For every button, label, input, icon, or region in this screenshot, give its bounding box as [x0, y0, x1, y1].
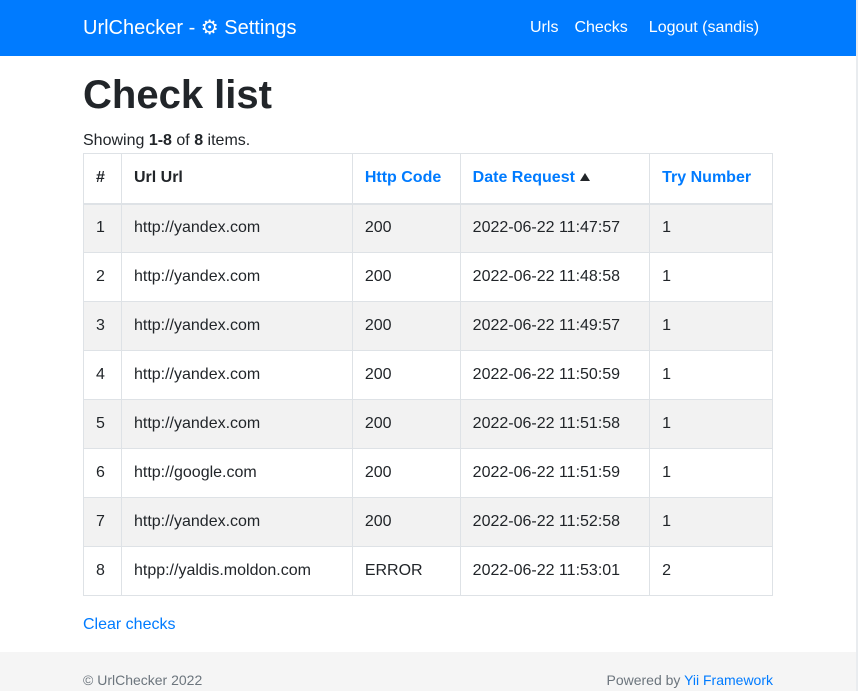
cell-num: 2 — [83, 252, 122, 302]
cell-url: http://yandex.com — [120, 350, 353, 400]
logout-button[interactable]: Logout (sandis) — [649, 18, 759, 38]
yii-framework-link[interactable]: Yii Framework — [684, 672, 773, 688]
nav-urls-link[interactable]: Urls — [530, 18, 558, 38]
sort-date-request-link[interactable]: Date Request — [473, 169, 590, 186]
cell-date: 2022-06-22 11:48:58 — [459, 252, 651, 302]
header-try-number: Try Number — [649, 153, 773, 205]
checks-table: # Url Url Http Code Date Request Try Num… — [83, 153, 773, 596]
footer-copyright: © UrlChecker 2022 — [83, 672, 203, 688]
cell-try: 1 — [649, 252, 773, 302]
powered-prefix: Powered by — [606, 672, 685, 688]
cell-code: 200 — [351, 399, 461, 449]
cell-url: http://yandex.com — [120, 301, 353, 351]
grid-summary: Showing 1-8 of 8 items. — [83, 131, 773, 151]
main-content: Check list Showing 1-8 of 8 items. # Url… — [83, 56, 773, 634]
summary-suffix: items. — [203, 132, 251, 149]
navbar: UrlChecker - ⚙ Settings Urls Checks Logo… — [0, 0, 858, 56]
cell-code: 200 — [351, 252, 461, 302]
nav-links: Urls Checks Logout (sandis) — [530, 18, 759, 38]
cell-url: htpp://yaldis.moldon.com — [120, 546, 353, 596]
table-row: 3 http://yandex.com 200 2022-06-22 11:49:57… — [83, 301, 773, 351]
header-http-code: Http Code — [351, 153, 461, 205]
cell-num: 3 — [83, 301, 122, 351]
cell-url: http://yandex.com — [120, 399, 353, 449]
cell-url: http://yandex.com — [120, 203, 353, 253]
sort-date-label: Date Request — [472, 169, 575, 187]
cell-try: 1 — [649, 448, 773, 498]
cell-date: 2022-06-22 11:53:01 — [459, 546, 651, 596]
summary-range: 1-8 — [148, 132, 172, 149]
sort-asc-icon — [579, 173, 590, 182]
cell-num: 4 — [83, 350, 122, 400]
cell-url: http://google.com — [120, 448, 353, 498]
table-row: 6 http://google.com 200 2022-06-22 11:51:59… — [83, 448, 773, 498]
cell-url: http://yandex.com — [120, 252, 353, 302]
cell-try: 1 — [649, 350, 773, 400]
table-body: 1 http://yandex.com 200 2022-06-22 11:47:57… — [83, 203, 773, 596]
cell-date: 2022-06-22 11:47:57 — [459, 203, 651, 253]
footer-powered: Powered by Yii Framework — [606, 672, 773, 688]
cell-try: 1 — [649, 497, 773, 547]
header-num: # — [83, 153, 122, 205]
brand-link[interactable]: UrlChecker - ⚙ Settings — [83, 15, 297, 41]
summary-prefix: Showing — [83, 132, 149, 149]
clear-checks-link[interactable]: Clear checks — [83, 616, 175, 634]
cell-date: 2022-06-22 11:52:58 — [459, 497, 651, 547]
cell-date: 2022-06-22 11:49:57 — [459, 301, 651, 351]
summary-total: 8 — [194, 132, 204, 149]
cell-num: 7 — [83, 497, 122, 547]
cell-num: 1 — [83, 203, 122, 253]
cell-code: 200 — [351, 301, 461, 351]
cell-date: 2022-06-22 11:50:59 — [459, 350, 651, 400]
cell-date: 2022-06-22 11:51:59 — [459, 448, 651, 498]
nav-checks-link[interactable]: Checks — [574, 18, 627, 38]
cell-code: 200 — [351, 497, 461, 547]
cell-url: http://yandex.com — [120, 497, 353, 547]
header-date-request: Date Request — [459, 153, 651, 205]
table-row: 7 http://yandex.com 200 2022-06-22 11:52:58… — [83, 497, 773, 547]
header-url: Url Url — [120, 153, 353, 205]
cell-try: 1 — [649, 399, 773, 449]
page-title: Check list — [83, 73, 272, 117]
cell-date: 2022-06-22 11:51:58 — [459, 399, 651, 449]
sort-try-number-link[interactable]: Try Number — [662, 169, 751, 186]
table-row: 4 http://yandex.com 200 2022-06-22 11:50:59… — [83, 350, 773, 400]
table-row: 8 htpp://yaldis.moldon.com ERROR 2022-06-22… — [83, 546, 773, 596]
table-header-row: # Url Url Http Code Date Request Try Num… — [83, 153, 773, 205]
cell-num: 5 — [83, 399, 122, 449]
cell-code: 200 — [351, 203, 461, 253]
cell-try: 2 — [649, 546, 773, 596]
cell-try: 1 — [649, 301, 773, 351]
table-row: 1 http://yandex.com 200 2022-06-22 11:47:57… — [83, 203, 773, 253]
summary-of: of — [171, 132, 195, 149]
cell-try: 1 — [649, 203, 773, 253]
cell-num: 6 — [83, 448, 122, 498]
footer: © UrlChecker 2022 Powered by Yii Framewo… — [0, 652, 856, 691]
sort-http-code-link[interactable]: Http Code — [365, 169, 441, 186]
table-row: 5 http://yandex.com 200 2022-06-22 11:51:58… — [83, 399, 773, 449]
cell-code: ERROR — [351, 546, 461, 596]
cell-code: 200 — [351, 448, 461, 498]
cell-num: 8 — [83, 546, 122, 596]
cell-code: 200 — [351, 350, 461, 400]
table-row: 2 http://yandex.com 200 2022-06-22 11:48:58… — [83, 252, 773, 302]
